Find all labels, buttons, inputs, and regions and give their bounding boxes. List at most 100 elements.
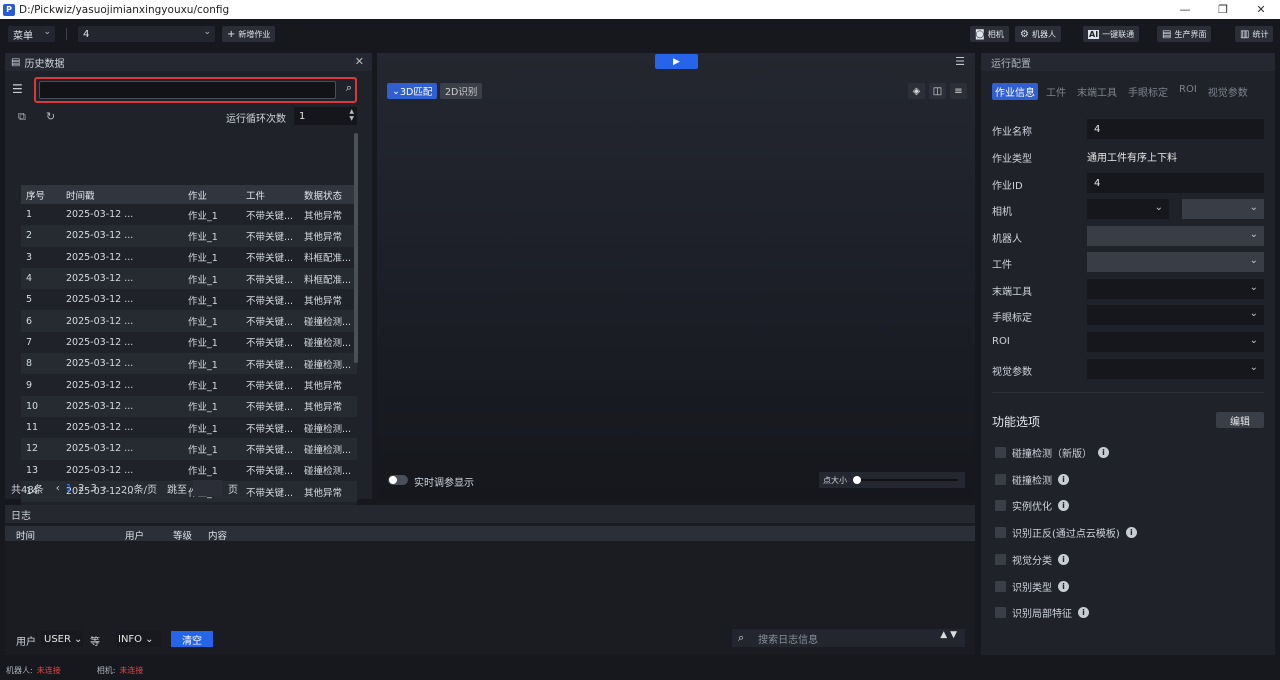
checkbox[interactable] bbox=[995, 607, 1006, 619]
page-3[interactable]: 3 bbox=[90, 483, 96, 494]
tab-hand-eye[interactable]: 手眼标定 bbox=[1125, 83, 1171, 100]
table-row[interactable]: 9 2025-03-12 ... 作业_1 不带关键... 其他异常 bbox=[21, 374, 357, 396]
menu-dropdown[interactable]: 菜单 ⌄ bbox=[8, 26, 55, 42]
table-row[interactable]: 7 2025-03-12 ... 作业_1 不带关键... 碰撞检测... bbox=[21, 331, 357, 354]
tab-end-tool[interactable]: 末端工具 bbox=[1074, 83, 1120, 100]
statistics-button[interactable]: ▥ 统计 bbox=[1235, 26, 1274, 42]
maximize-button[interactable]: ❐ bbox=[1204, 0, 1242, 19]
column-header[interactable]: 序号 bbox=[21, 185, 61, 204]
minimize-button[interactable]: — bbox=[1166, 0, 1204, 19]
end-tool-select[interactable]: ⌄ bbox=[1087, 279, 1264, 299]
info-icon[interactable]: i bbox=[1058, 500, 1069, 512]
stepper-arrows-icon[interactable]: ▲ ▼ bbox=[349, 108, 354, 122]
realtime-tuning-toggle[interactable] bbox=[388, 475, 408, 485]
robot-button[interactable]: ⚙ 机器人 bbox=[1015, 26, 1061, 42]
play-button[interactable]: ▶ bbox=[655, 54, 698, 69]
clear-log-button[interactable]: 清空 bbox=[171, 631, 213, 647]
checkbox[interactable] bbox=[995, 473, 1006, 485]
info-icon[interactable]: i bbox=[1125, 527, 1137, 539]
close-window-button[interactable]: ✕ bbox=[1242, 0, 1280, 19]
new-job-button[interactable]: + 新增作业 bbox=[222, 26, 276, 42]
production-screen-button[interactable]: ▤ 生产界面 bbox=[1157, 26, 1212, 42]
copy-icon[interactable]: ⧉ bbox=[18, 110, 26, 124]
filter-settings-icon[interactable]: ☰ bbox=[12, 82, 23, 96]
table-row[interactable]: 2 2025-03-12 ... 作业_1 不带关键... 其他异常 bbox=[21, 225, 357, 247]
table-row[interactable]: 1 2025-03-12 ... 作业_1 不带关键... 其他异常 bbox=[21, 204, 357, 226]
user-filter-select[interactable]: USER ⌄ bbox=[41, 631, 83, 647]
column-header[interactable]: 数据状态 bbox=[299, 185, 357, 204]
point-size-track[interactable] bbox=[855, 479, 958, 481]
viewer-settings-icon[interactable]: ☰ bbox=[955, 55, 965, 68]
info-icon[interactable]: i bbox=[1078, 607, 1089, 619]
table-row[interactable]: 13 2025-03-12 ... 作业_1 不带关键... 碰撞检测... bbox=[21, 459, 357, 481]
refresh-icon[interactable]: ↻ bbox=[46, 110, 55, 123]
page-1[interactable]: 1 bbox=[66, 483, 72, 494]
hand-eye-select[interactable]: ⌄ bbox=[1087, 305, 1264, 325]
table-row[interactable]: 6 2025-03-12 ... 作业_1 不带关键... 碰撞检测... bbox=[21, 310, 357, 332]
tab-roi[interactable]: ROI bbox=[1176, 83, 1200, 100]
function-option[interactable]: 实例优化 i bbox=[995, 498, 1069, 513]
search-next-icon[interactable]: ▼ bbox=[950, 630, 957, 640]
tab-workpiece[interactable]: 工件 bbox=[1043, 83, 1069, 100]
tab-vision-params[interactable]: 视觉参数 bbox=[1205, 83, 1251, 100]
next-page-icon[interactable]: › bbox=[103, 483, 107, 494]
list-menu-icon[interactable]: ≡ bbox=[950, 83, 967, 99]
log-search-input[interactable]: ⌕ 搜索日志信息 ▲ ▼ bbox=[732, 629, 965, 647]
table-row[interactable]: 10 2025-03-12 ... 作业_1 不带关键... 其他异常 bbox=[21, 395, 357, 417]
info-icon[interactable]: i bbox=[1058, 473, 1069, 485]
checkbox[interactable] bbox=[995, 527, 1006, 539]
tab-3d-match[interactable]: ⌄ 3D匹配 bbox=[387, 83, 438, 99]
vision-params-select[interactable]: ⌄ bbox=[1087, 359, 1264, 379]
edit-button[interactable]: 编辑 bbox=[1216, 412, 1264, 428]
page-2[interactable]: 2 bbox=[78, 483, 84, 494]
prev-page-icon[interactable]: ‹ bbox=[56, 483, 60, 494]
checkbox[interactable] bbox=[995, 447, 1006, 458]
info-icon[interactable]: i bbox=[1098, 447, 1109, 458]
split-view-icon[interactable]: ◫ bbox=[929, 83, 946, 99]
function-option[interactable]: 视觉分类 i bbox=[995, 552, 1069, 567]
info-icon[interactable]: i bbox=[1058, 553, 1069, 565]
table-row[interactable]: 5 2025-03-12 ... 作业_1 不带关键... 其他异常 bbox=[21, 289, 357, 311]
one-click-connect-button[interactable]: AI 一键联通 bbox=[1083, 26, 1140, 42]
column-header[interactable]: 时间戳 bbox=[61, 185, 183, 204]
close-icon[interactable]: ✕ bbox=[355, 55, 364, 68]
function-option[interactable]: 碰撞检测（新版） i bbox=[995, 445, 1109, 460]
level-filter-select[interactable]: INFO ⌄ bbox=[115, 631, 161, 647]
camera-button[interactable]: ◙ 相机 bbox=[970, 26, 1009, 42]
robot-select[interactable]: ⌄ bbox=[1087, 226, 1264, 246]
column-header[interactable]: 作业 bbox=[183, 185, 241, 204]
checkbox[interactable] bbox=[995, 500, 1006, 512]
table-row[interactable]: 3 2025-03-12 ... 作业_1 不带关键... 料框配准... bbox=[21, 246, 357, 268]
checkbox[interactable] bbox=[995, 553, 1006, 565]
job-id-input[interactable]: 4 bbox=[1087, 173, 1264, 193]
job-select[interactable]: 4 ⌄ bbox=[78, 26, 215, 42]
function-option[interactable]: 识别局部特征 i bbox=[995, 605, 1089, 620]
checkbox[interactable] bbox=[995, 580, 1006, 592]
search-icon[interactable]: ⌕ bbox=[346, 81, 352, 95]
workpiece-select[interactable]: ⌄ bbox=[1087, 252, 1264, 272]
3d-viewer[interactable]: ▶ ☰ ⌄ 3D匹配 2D识别 ◈ ◫ ≡ 实时调参显示 点大小 bbox=[377, 53, 975, 499]
search-prev-icon[interactable]: ▲ bbox=[940, 630, 947, 640]
table-row[interactable]: 11 2025-03-12 ... 作业_1 不带关键... 碰撞检测... bbox=[21, 416, 357, 439]
tab-2d-recognition[interactable]: 2D识别 bbox=[440, 83, 483, 99]
info-icon[interactable]: i bbox=[1058, 580, 1069, 592]
camera-sub-select[interactable]: ⌄ bbox=[1182, 199, 1264, 219]
function-option[interactable]: 识别正反(通过点云模板) i bbox=[995, 525, 1137, 540]
roi-select[interactable]: ⌄ bbox=[1087, 332, 1264, 352]
table-row[interactable]: 8 2025-03-12 ... 作业_1 不带关键... 碰撞检测... bbox=[21, 353, 357, 375]
table-row[interactable]: 12 2025-03-12 ... 作业_1 不带关键... 碰撞检测... bbox=[21, 438, 357, 460]
tab-job-info[interactable]: 作业信息 bbox=[992, 83, 1038, 100]
function-option[interactable]: 碰撞检测 i bbox=[995, 472, 1069, 487]
history-scrollbar[interactable] bbox=[354, 133, 358, 363]
loop-count-stepper[interactable]: 1 ▲ ▼ bbox=[294, 107, 357, 125]
page-size-select[interactable]: 20条/页 bbox=[121, 481, 157, 496]
table-row[interactable]: 4 2025-03-12 ... 作业_1 不带关键... 料框配准... bbox=[21, 267, 357, 290]
history-search-input[interactable] bbox=[39, 81, 336, 99]
camera-select[interactable]: ⌄ bbox=[1087, 199, 1169, 219]
point-size-slider[interactable] bbox=[853, 476, 861, 484]
function-option[interactable]: 识别类型 i bbox=[995, 579, 1069, 594]
column-header[interactable]: 工件 bbox=[241, 185, 299, 204]
cube-view-icon[interactable]: ◈ bbox=[908, 83, 925, 99]
jump-page-input[interactable] bbox=[192, 480, 222, 496]
job-name-input[interactable]: 4 bbox=[1087, 119, 1264, 139]
